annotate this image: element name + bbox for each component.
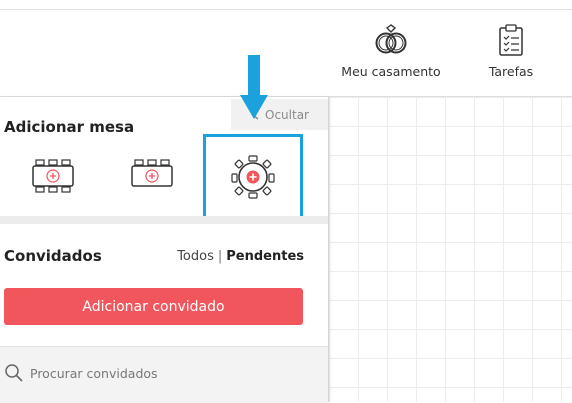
table-option-banquet[interactable] <box>129 159 175 193</box>
search-guests-input[interactable] <box>28 361 312 385</box>
add-table-title: Adicionar mesa <box>4 118 135 136</box>
add-guest-button[interactable]: Adicionar convidado <box>4 288 303 325</box>
filter-all[interactable]: Todos <box>177 249 214 264</box>
guest-filters: Todos | Pendentes <box>177 249 304 264</box>
section-divider <box>0 216 328 224</box>
guests-title: Convidados <box>4 247 102 265</box>
filter-pending[interactable]: Pendentes <box>226 249 304 264</box>
round-table-plus-icon <box>231 155 275 199</box>
guest-search-bar <box>0 346 328 403</box>
nav-item-my-wedding[interactable]: Meu casamento <box>338 24 444 79</box>
wedding-rings-icon <box>375 24 407 54</box>
down-arrow-indicator-icon <box>240 55 268 119</box>
table-option-round[interactable] <box>230 155 276 203</box>
top-navigation-bar: Meu casamento Tarefas <box>0 0 572 97</box>
top-divider <box>0 9 572 10</box>
table-option-rectangular[interactable] <box>30 159 76 197</box>
nav-label-tasks: Tarefas <box>488 64 534 79</box>
nav-label-my-wedding: Meu casamento <box>341 64 441 79</box>
seating-canvas[interactable] <box>329 97 572 402</box>
rectangular-table-plus-icon <box>32 159 74 193</box>
hide-panel-label: Ocultar <box>265 107 309 122</box>
search-icon <box>4 363 24 387</box>
nav-item-tasks[interactable]: Tarefas <box>478 24 544 79</box>
filter-separator: | <box>217 249 223 264</box>
checklist-icon <box>499 24 523 56</box>
side-panel: Ocultar Adicionar mesa Convidados Todos … <box>0 55 329 403</box>
banquet-table-plus-icon <box>131 159 173 187</box>
